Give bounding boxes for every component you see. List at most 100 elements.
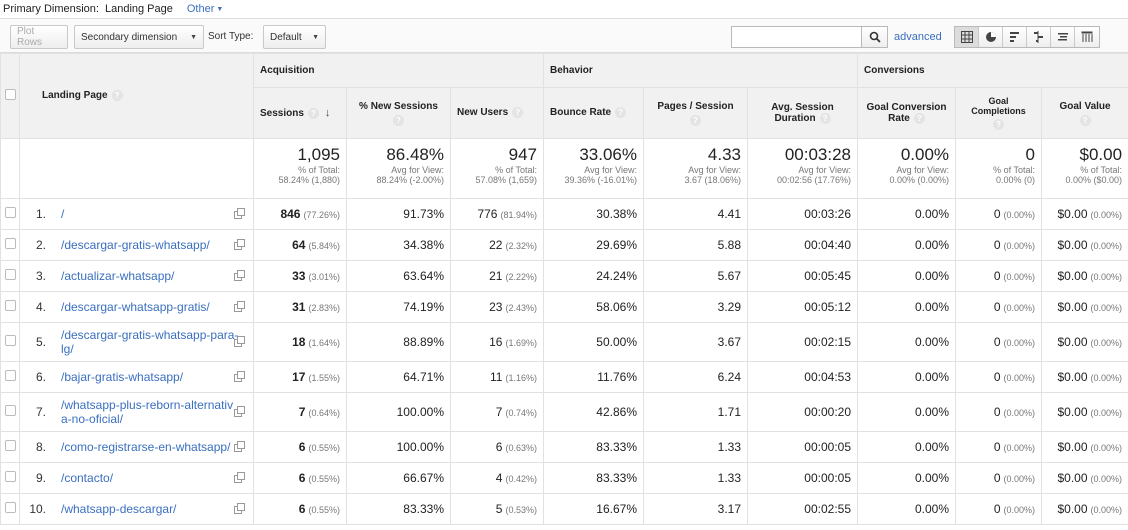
new-users-cell: 16 (1.69%) [450, 322, 544, 362]
goal-completions-cell: 0 (0.00%) [955, 462, 1043, 494]
comparison-view-button[interactable] [1027, 27, 1051, 47]
help-icon[interactable]: ? [615, 107, 627, 119]
sessions-cell: 18 (1.64%) [253, 322, 347, 362]
goal-completions-cell: 0 (0.00%) [955, 260, 1043, 292]
external-link-icon[interactable] [234, 406, 245, 420]
row-checkbox[interactable] [4, 370, 16, 381]
help-icon[interactable]: ? [393, 114, 404, 126]
landing-page-link[interactable]: /bajar-gratis-whatsapp/ [61, 370, 239, 384]
help-icon[interactable]: ? [111, 90, 123, 102]
row-checkbox[interactable] [4, 238, 16, 249]
sort-type-value: Default [270, 31, 302, 43]
landing-page-link[interactable]: /descargar-gratis-whatsapp/ [61, 238, 239, 252]
new-users-cell: 11 (1.16%) [450, 361, 544, 393]
search-button[interactable] [861, 26, 888, 48]
new-sessions-cell: 64.71% [346, 361, 451, 393]
row-checkbox[interactable] [4, 300, 16, 311]
landing-page-link[interactable]: /actualizar-whatsapp/ [61, 269, 239, 283]
sort-type-dropdown[interactable]: Default ▼ [263, 25, 326, 49]
sessions-percent: (5.84%) [308, 241, 340, 251]
total-value: 0 [1025, 145, 1036, 164]
primary-dimension-landing-page[interactable]: Landing Page [105, 3, 173, 15]
total-value: 0.00% [900, 145, 950, 164]
bounce-rate-cell: 83.33% [543, 462, 644, 494]
external-link-icon[interactable] [234, 472, 245, 486]
sessions-cell: 6 (0.55%) [253, 493, 347, 525]
table-view-button[interactable] [955, 27, 979, 47]
pages-session-cell: 1.33 [643, 431, 748, 463]
row-checkbox[interactable] [4, 207, 16, 218]
help-icon[interactable]: ? [1079, 114, 1091, 126]
goal-completions-value: 0 [993, 502, 1001, 516]
table-toolbar: Plot Rows Secondary dimension ▼ Sort Typ… [0, 18, 1128, 53]
goal-value-cell: $0.00 (0.00%) [1041, 431, 1128, 463]
goal-value-percent: (0.00%) [1090, 241, 1123, 251]
landing-page-header[interactable]: Landing Page? [19, 53, 254, 139]
external-link-icon[interactable] [234, 503, 245, 517]
external-link-icon[interactable] [234, 371, 245, 385]
avg-session-duration-header[interactable]: Avg. Session Duration? [746, 87, 859, 139]
bounce-rate-cell: 83.33% [543, 431, 644, 463]
help-icon[interactable]: ? [307, 107, 319, 119]
row-checkbox[interactable] [4, 269, 16, 280]
new-users-header[interactable]: New Users? [450, 87, 544, 139]
external-link-icon[interactable] [234, 441, 245, 455]
total-sub-value: 39.36% (-16.01%) [564, 175, 637, 185]
landing-page-link[interactable]: /whatsapp-descargar/ [61, 502, 239, 516]
row-checkbox[interactable] [4, 440, 16, 451]
landing-page-link[interactable]: /descargar-whatsapp-gratis/ [61, 300, 239, 314]
term-cloud-view-button[interactable] [1051, 27, 1075, 47]
new-sessions-cell: 91.73% [346, 198, 451, 230]
total-value: $0.00 [1079, 145, 1123, 164]
row-checkbox[interactable] [4, 335, 16, 346]
landing-page-link[interactable]: /descargar-gratis-whatsapp-para-lg/ [61, 328, 239, 356]
goal-value-header[interactable]: Goal Value? [1041, 87, 1128, 139]
sessions-percent: (0.55%) [308, 505, 340, 515]
new-sessions-header[interactable]: % New Sessions? [346, 87, 451, 139]
landing-page-link[interactable]: /contacto/ [61, 471, 239, 485]
goal-value-percent: (0.00%) [1090, 210, 1123, 220]
secondary-dimension-dropdown[interactable]: Secondary dimension ▼ [74, 25, 204, 49]
advanced-filter-link[interactable]: advanced [894, 31, 942, 43]
total-sub-value: 3.67 (18.06%) [684, 175, 741, 185]
table-search-input[interactable] [731, 26, 862, 48]
sessions-header-label: Sessions [260, 108, 304, 119]
sessions-header[interactable]: Sessions? ↓ [253, 87, 347, 139]
bounce-rate-cell: 16.67% [543, 493, 644, 525]
help-icon[interactable]: ? [819, 112, 831, 124]
bounce-rate-header[interactable]: Bounce Rate? [543, 87, 644, 139]
primary-dimension-other[interactable]: Other ▼ [187, 3, 223, 15]
landing-page-link[interactable]: /como-registrarse-en-whatsapp/ [61, 440, 239, 454]
row-checkbox[interactable] [4, 502, 16, 513]
external-link-icon[interactable] [234, 208, 245, 222]
row-checkbox[interactable] [4, 405, 16, 416]
goal-value-percent: (0.00%) [1090, 505, 1123, 515]
pages-session-cell: 3.17 [643, 493, 748, 525]
external-link-icon[interactable] [234, 336, 245, 350]
pages-session-header[interactable]: Pages / Session? [643, 87, 748, 139]
help-icon[interactable]: ? [993, 119, 1005, 130]
plot-rows-button[interactable]: Plot Rows [10, 25, 68, 49]
landing-page-link[interactable]: / [61, 207, 239, 221]
help-icon[interactable]: ? [913, 112, 925, 124]
new-users-value: 22 [489, 238, 503, 252]
goal-completions-header[interactable]: Goal Completions? [955, 87, 1043, 139]
landing-page-cell: 6. /bajar-gratis-whatsapp/ [19, 361, 254, 393]
external-link-icon[interactable] [234, 301, 245, 315]
goal-conversion-rate-header[interactable]: Goal Conversion Rate? [857, 87, 957, 139]
pages-session-cell: 6.24 [643, 361, 748, 393]
external-link-icon[interactable] [234, 270, 245, 284]
goal-value-percent: (0.00%) [1090, 303, 1123, 313]
performance-view-button[interactable] [1003, 27, 1027, 47]
pie-view-button[interactable] [979, 27, 1003, 47]
pivot-view-button[interactable] [1075, 27, 1099, 47]
landing-page-link[interactable]: /whatsapp-plus-reborn-alternativa-no-ofi… [61, 398, 239, 426]
total-sub-label: % of Total: [993, 165, 1036, 175]
help-icon[interactable]: ? [690, 114, 701, 126]
select-all-checkbox[interactable] [4, 89, 16, 100]
avg-duration-cell: 00:00:05 [746, 462, 859, 494]
external-link-icon[interactable] [234, 239, 245, 253]
help-icon[interactable]: ? [512, 107, 524, 119]
row-checkbox[interactable] [4, 471, 16, 482]
goal-value-value: $0.00 [1057, 300, 1088, 314]
